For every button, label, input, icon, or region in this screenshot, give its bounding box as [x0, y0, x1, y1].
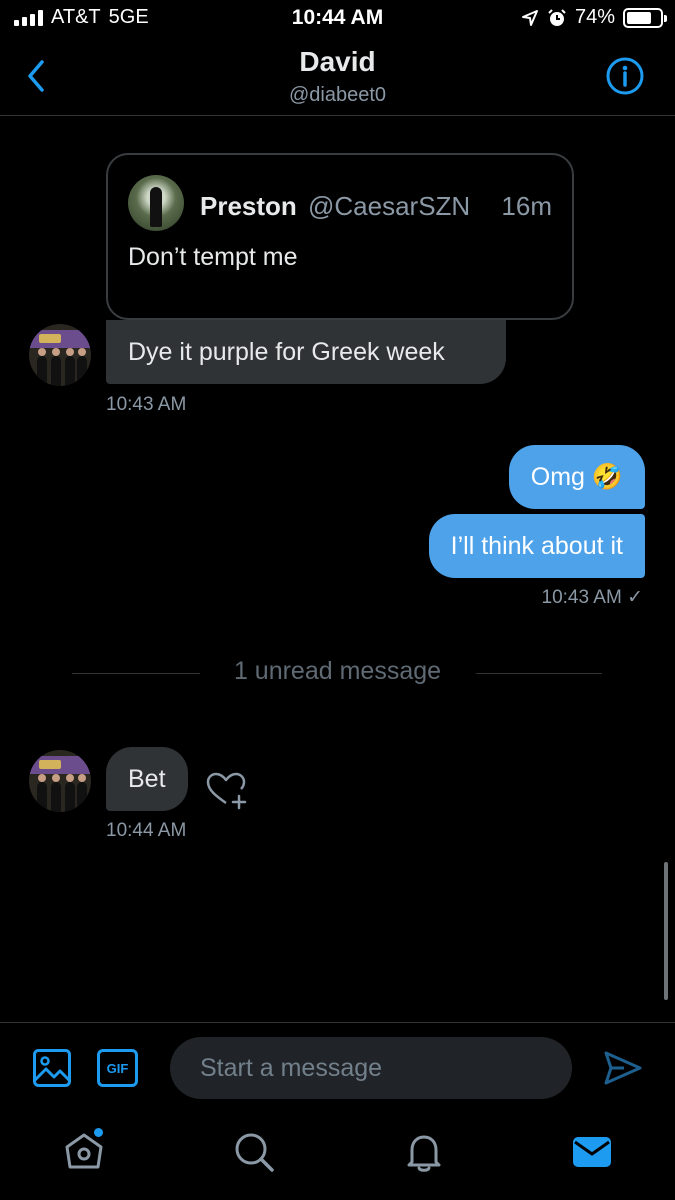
unread-divider-label: 1 unread message: [233, 657, 442, 685]
scrollbar[interactable]: [664, 862, 668, 1000]
location-icon: [521, 9, 538, 26]
contact-name: David: [299, 46, 376, 77]
message-bubble-outgoing[interactable]: Omg 🤣: [508, 445, 645, 509]
quoted-tweet-time: 16m: [501, 191, 552, 221]
battery-icon: [623, 7, 667, 28]
message-input[interactable]: [170, 1037, 572, 1099]
quoted-tweet-handle: @CaesarSZN: [308, 191, 471, 221]
conversation-header: David @diabeet0: [0, 40, 675, 116]
battery-percent: 74%: [574, 6, 615, 28]
gif-button[interactable]: GIF: [97, 1049, 138, 1087]
message-bubble-incoming[interactable]: Bet: [106, 747, 188, 811]
unread-divider: 1 unread message: [0, 655, 675, 689]
send-icon[interactable]: [602, 1047, 644, 1089]
avatar[interactable]: [29, 324, 91, 386]
image-icon[interactable]: [32, 1048, 72, 1088]
message-timestamp: 10:43 AM ✓: [541, 587, 643, 608]
tab-bar: [0, 1114, 675, 1200]
notification-dot: [94, 1128, 103, 1137]
alarm-icon: [548, 8, 566, 26]
quoted-tweet-text: Don’t tempt me: [128, 243, 298, 271]
status-right: 74%: [521, 6, 667, 29]
quoted-tweet-name: Preston: [200, 191, 297, 221]
notifications-icon[interactable]: [402, 1130, 446, 1174]
message-timestamp: 10:44 AM: [106, 820, 187, 841]
info-icon[interactable]: [605, 56, 645, 96]
status-bar: AT&T 5GE 10:44 AM 74%: [0, 0, 675, 40]
quoted-tweet-avatar: [128, 175, 184, 231]
message-bubble-outgoing[interactable]: I’ll think about it: [428, 514, 645, 578]
contact-handle: @diabeet0: [288, 84, 387, 106]
avatar[interactable]: [29, 750, 91, 812]
quoted-tweet-card[interactable]: Preston @CaesarSZN 16m Don’t tempt me: [106, 153, 574, 320]
message-timestamp: 10:43 AM: [106, 394, 187, 415]
messages-icon[interactable]: [570, 1130, 614, 1174]
search-icon[interactable]: [232, 1130, 276, 1174]
heart-add-icon[interactable]: [204, 770, 252, 810]
message-bubble-incoming[interactable]: Dye it purple for Greek week: [106, 320, 506, 384]
message-composer: GIF: [0, 1022, 675, 1114]
